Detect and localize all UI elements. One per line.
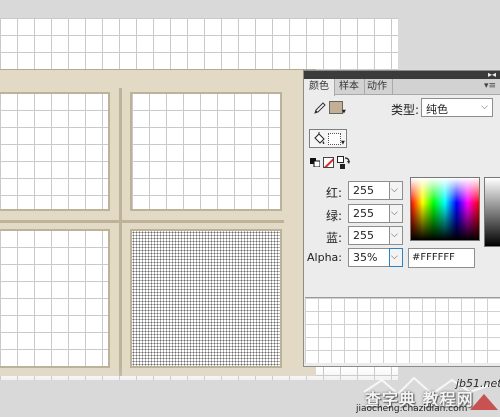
watermark-url: jiaocheng.chazidian.com	[356, 404, 468, 414]
chevron-down-icon: ⌵	[391, 230, 398, 240]
red-dropdown[interactable]: ⌵	[390, 181, 403, 200]
swap-colors-icon[interactable]	[337, 156, 350, 169]
chevron-down-icon: ⌵	[391, 252, 398, 262]
stroke-color-swatch[interactable]	[329, 101, 343, 114]
glass-pane-top-left[interactable]	[0, 92, 110, 211]
blue-label: 蓝:	[325, 231, 342, 245]
panel-title-strip[interactable]: ▸◂	[304, 71, 500, 79]
type-label: 类型:	[391, 103, 420, 117]
color-spectrum-picker[interactable]	[410, 177, 480, 241]
tab-color[interactable]: 颜色	[304, 79, 335, 96]
green-label: 绿:	[325, 209, 342, 223]
alpha-input[interactable]: 35%	[348, 248, 390, 267]
glass-pane-top-right[interactable]	[130, 92, 282, 211]
swatch-preview-area[interactable]	[305, 297, 500, 363]
tab-swatches[interactable]: 样本	[334, 79, 365, 95]
type-select[interactable]: 纯色 ⌵	[421, 98, 493, 117]
hex-input[interactable]: #FFFFFF	[408, 248, 475, 268]
window-mullion	[119, 88, 122, 376]
green-dropdown[interactable]: ⌵	[390, 204, 403, 223]
alpha-dropdown[interactable]: ⌵	[389, 248, 403, 267]
blue-value: 255	[353, 229, 374, 242]
blue-input[interactable]: 255	[348, 226, 390, 245]
blue-dropdown[interactable]: ⌵	[390, 226, 403, 245]
window-transom	[0, 220, 284, 223]
red-input[interactable]: 255	[348, 181, 390, 200]
fill-color-swatch	[328, 133, 341, 145]
canvas-fade	[0, 368, 398, 417]
collapse-icon[interactable]: ▸◂	[488, 71, 496, 79]
fill-color-control[interactable]: ▼	[309, 129, 347, 148]
panel-tab-bar: 颜色 样本 动作 ▾≡	[304, 79, 500, 96]
red-value: 255	[353, 184, 374, 197]
brightness-slider[interactable]	[484, 177, 500, 247]
tab-motion[interactable]: 动作	[362, 79, 393, 95]
alpha-value: 35%	[353, 251, 378, 264]
alpha-label: Alpha:	[307, 251, 342, 264]
default-colors-icon[interactable]	[310, 158, 320, 167]
fill-dropdown-arrow-icon: ▼	[341, 140, 345, 146]
green-input[interactable]: 255	[348, 204, 390, 223]
chevron-down-icon: ⌵	[481, 102, 488, 112]
window-frame-shape[interactable]	[0, 69, 316, 376]
type-select-value: 纯色	[426, 103, 448, 116]
panel-menu-icon[interactable]: ▾≡	[484, 81, 496, 91]
glass-pane-bottom-right-selected[interactable]	[130, 229, 282, 368]
red-label: 红:	[325, 186, 342, 200]
stroke-dropdown-arrow-icon[interactable]: ▼	[342, 109, 346, 115]
chevron-down-icon: ⌵	[391, 185, 398, 195]
glass-pane-bottom-left[interactable]	[0, 229, 110, 368]
green-value: 255	[353, 207, 374, 220]
pencil-icon[interactable]	[313, 101, 327, 115]
color-panel: ▸◂ 颜色 样本 动作 ▾≡ ▼ 类型: 纯色 ⌵ ▼ 红: 255 ⌵ 绿: …	[303, 70, 500, 367]
no-color-icon[interactable]	[323, 157, 334, 168]
hex-value: #FFFFFF	[412, 252, 455, 263]
paint-bucket-icon	[314, 132, 325, 144]
chevron-down-icon: ⌵	[391, 208, 398, 218]
